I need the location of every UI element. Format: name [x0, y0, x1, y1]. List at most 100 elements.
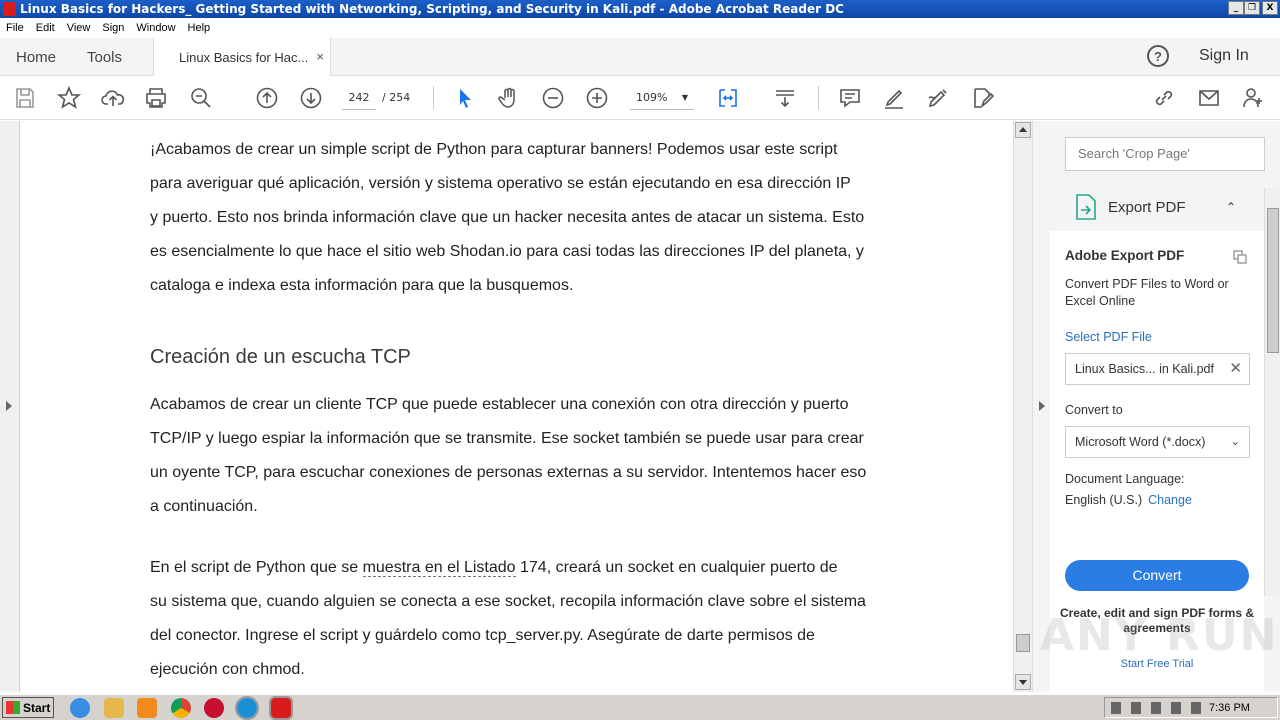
tab-document[interactable]: Linux Basics for Hac... × — [153, 38, 331, 77]
media-player-icon[interactable] — [137, 698, 157, 718]
sign-in-button[interactable]: Sign In — [1199, 47, 1249, 65]
convert-to-label: Convert to — [1065, 403, 1123, 417]
zoom-out-icon[interactable] — [541, 86, 565, 110]
tools-pane-scrollbar[interactable] — [1264, 188, 1280, 596]
hand-tool-icon[interactable] — [497, 86, 521, 110]
internet-explorer-icon[interactable] — [70, 698, 90, 718]
text-line: un oyente TCP, para escuchar conexiones … — [150, 464, 867, 481]
tray-icons[interactable] — [1111, 702, 1201, 714]
convert-button[interactable]: Convert — [1065, 560, 1249, 591]
chevron-down-icon: ⌄ — [1230, 436, 1240, 448]
restore-button[interactable]: ❐ — [1244, 1, 1260, 15]
email-icon[interactable] — [1197, 86, 1221, 110]
close-window-button[interactable]: X — [1262, 1, 1278, 15]
add-user-icon[interactable] — [1241, 86, 1265, 110]
card-description: Convert PDF Files to Word or Excel Onlin… — [1065, 277, 1229, 308]
text-line: cataloga e indexa esta información para … — [150, 277, 574, 294]
text-span: 174, creará un socket en cualquier puert… — [515, 559, 838, 576]
select-cursor-icon[interactable] — [453, 86, 477, 110]
scroll-mode-icon[interactable] — [773, 86, 797, 110]
paragraph-1: ¡Acabamos de crear un simple script de P… — [150, 133, 970, 303]
taskbar: Start 7:36 PM — [0, 694, 1280, 720]
format-dropdown[interactable]: Microsoft Word (*.docx) ⌄ — [1065, 426, 1250, 458]
text-line: y puerto. Esto nos brinda información cl… — [150, 209, 865, 226]
anyrun-watermark: ANY RUN — [1040, 610, 1279, 661]
menu-help[interactable]: Help — [182, 22, 217, 34]
scroll-down-button[interactable] — [1015, 674, 1031, 690]
file-explorer-icon[interactable] — [104, 698, 124, 718]
highlight-pen-icon[interactable] — [882, 86, 906, 110]
zoom-search-icon[interactable] — [189, 86, 213, 110]
document-page: ¡Acabamos de crear un simple script de P… — [20, 121, 1013, 692]
collapse-right-panel-icon — [1039, 401, 1045, 411]
print-icon[interactable] — [144, 86, 168, 110]
start-label: Start — [23, 700, 51, 715]
start-button[interactable]: Start — [2, 697, 54, 718]
previous-page-icon[interactable] — [255, 86, 279, 110]
window-title: Linux Basics for Hackers_ Getting Starte… — [20, 2, 844, 16]
upload-cloud-icon[interactable] — [101, 86, 125, 110]
chevron-up-icon[interactable]: ⌃ — [1226, 200, 1236, 214]
scrollbar-thumb[interactable] — [1016, 634, 1030, 652]
tab-home[interactable]: Home — [16, 38, 56, 76]
left-panel-toggle[interactable] — [0, 121, 20, 692]
page-total: / 254 — [382, 91, 411, 104]
help-icon[interactable]: ? — [1147, 45, 1169, 67]
share-link-icon[interactable] — [1152, 86, 1176, 110]
acrobat-taskbar-icon[interactable] — [269, 696, 293, 720]
chrome-icon[interactable] — [171, 698, 191, 718]
menu-bar: File Edit View Sign Window Help — [0, 18, 1280, 38]
opera-icon[interactable] — [204, 698, 224, 718]
remove-file-icon[interactable]: ✕ — [1229, 354, 1242, 384]
toolbar-divider — [433, 86, 434, 110]
text-line: Acabamos de crear un cliente TCP que pue… — [150, 396, 849, 413]
toolbar-divider — [818, 86, 819, 110]
sign-pen-icon[interactable] — [926, 86, 950, 110]
comment-icon[interactable] — [838, 86, 862, 110]
copy-icon[interactable] — [1233, 250, 1247, 264]
document-language-line: English (U.S.) Change — [1065, 493, 1192, 507]
right-panel-toggle[interactable] — [1032, 121, 1050, 692]
selected-file-field[interactable]: Linux Basics... in Kali.pdf ✕ — [1065, 353, 1250, 385]
system-tray: 7:36 PM — [1104, 697, 1278, 718]
format-value: Microsoft Word (*.docx) — [1075, 435, 1206, 449]
windows-logo-icon — [6, 701, 20, 714]
menu-view[interactable]: View — [61, 22, 97, 34]
card-title: Adobe Export PDF — [1065, 248, 1185, 263]
save-icon[interactable] — [13, 86, 37, 110]
menu-edit[interactable]: Edit — [30, 22, 61, 34]
select-pdf-file-link[interactable]: Select PDF File — [1065, 330, 1152, 344]
fill-sign-icon[interactable] — [970, 86, 994, 110]
next-page-icon[interactable] — [299, 86, 323, 110]
menu-file[interactable]: File — [0, 22, 30, 34]
acrobat-window: Linux Basics for Hackers_ Getting Starte… — [0, 0, 1280, 720]
scrollbar-thumb[interactable] — [1267, 208, 1279, 353]
tab-document-label: Linux Basics for Hac... — [179, 50, 309, 65]
text-line: es esencialmente lo que hace el sitio we… — [150, 243, 864, 260]
edge-icon[interactable] — [235, 696, 259, 720]
text-span: En el script de Python que se — [150, 559, 363, 576]
scroll-up-button[interactable] — [1015, 122, 1031, 138]
text-line: En el script de Python que se muestra en… — [150, 551, 970, 585]
change-language-link[interactable]: Change — [1148, 493, 1192, 507]
minimize-button[interactable]: _ — [1228, 1, 1244, 15]
tab-bar: Home Tools Linux Basics for Hac... × ? S… — [0, 38, 1280, 77]
tab-tools[interactable]: Tools — [87, 38, 122, 76]
page-number-input[interactable]: 242 — [342, 86, 376, 110]
zoom-in-icon[interactable] — [585, 86, 609, 110]
fit-page-icon[interactable] — [716, 86, 740, 110]
zoom-level-select[interactable]: 109% ▼ — [630, 86, 694, 110]
listing-link[interactable]: muestra en el Listado — [362, 559, 516, 577]
expand-left-panel-icon — [6, 401, 12, 411]
close-tab-icon[interactable]: × — [316, 49, 324, 64]
menu-sign[interactable]: Sign — [96, 22, 130, 34]
tools-search-input[interactable]: Search 'Crop Page' — [1065, 137, 1265, 171]
text-line: TCP/IP y luego espiar la información que… — [150, 430, 864, 447]
bookmark-star-icon[interactable] — [57, 86, 81, 110]
text-line: para averiguar qué aplicación, versión y… — [150, 175, 851, 192]
export-pdf-header[interactable]: Export PDF ⌃ — [1050, 191, 1264, 225]
document-scrollbar[interactable] — [1013, 121, 1032, 692]
title-bar: Linux Basics for Hackers_ Getting Starte… — [0, 0, 1280, 18]
chevron-down-icon: ▼ — [681, 93, 688, 102]
menu-window[interactable]: Window — [130, 22, 181, 34]
